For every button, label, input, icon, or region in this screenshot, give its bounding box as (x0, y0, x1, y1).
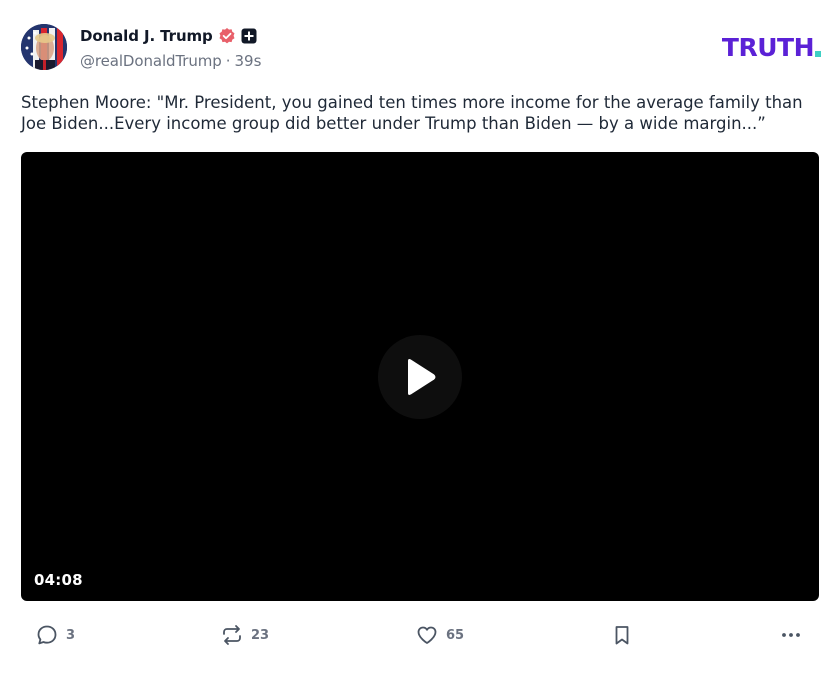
avatar-image (21, 24, 67, 70)
plus-badge-icon (241, 28, 257, 44)
author-handle[interactable]: @realDonaldTrump (80, 52, 222, 70)
like-count: 65 (446, 627, 465, 643)
bookmark-button[interactable] (610, 620, 634, 650)
bookmark-icon (615, 626, 629, 645)
reply-count: 3 (66, 627, 76, 643)
truth-logo-dot (815, 51, 821, 57)
truth-logo-text: TRUTH (721, 33, 815, 62)
reply-button[interactable]: 3 (35, 620, 75, 650)
truth-post: Donald J. Trump @realDonaldTrump · 39s T… (0, 0, 840, 674)
more-horizontal-icon (782, 633, 800, 637)
post-timestamp[interactable]: 39s (235, 52, 262, 70)
truth-logo[interactable]: TRUTH (722, 35, 821, 61)
author-avatar[interactable] (21, 24, 67, 70)
author-meta-row: @realDonaldTrump · 39s (80, 51, 261, 71)
like-button[interactable]: 65 (415, 620, 464, 650)
reply-icon (37, 625, 57, 645)
play-button[interactable] (378, 335, 462, 419)
retruth-button[interactable]: 23 (220, 620, 269, 650)
more-options-button[interactable] (779, 620, 803, 650)
verified-badge-icon (218, 27, 236, 45)
video-duration: 04:08 (34, 571, 83, 589)
heart-icon (417, 626, 437, 644)
video-player[interactable]: 04:08 (21, 152, 819, 601)
author-display-name[interactable]: Donald J. Trump (80, 27, 213, 45)
post-header: Donald J. Trump @realDonaldTrump · 39s T… (21, 24, 821, 74)
author-name-row: Donald J. Trump (80, 25, 261, 47)
author-info: Donald J. Trump @realDonaldTrump · 39s (80, 25, 261, 71)
retruth-icon (223, 625, 241, 645)
post-actions-bar: 3 23 65 (21, 620, 819, 650)
post-body-text: Stephen Moore: "Mr. President, you gaine… (21, 93, 803, 133)
retruth-count: 23 (251, 627, 270, 643)
meta-separator: · (225, 52, 231, 70)
play-icon (408, 359, 436, 395)
